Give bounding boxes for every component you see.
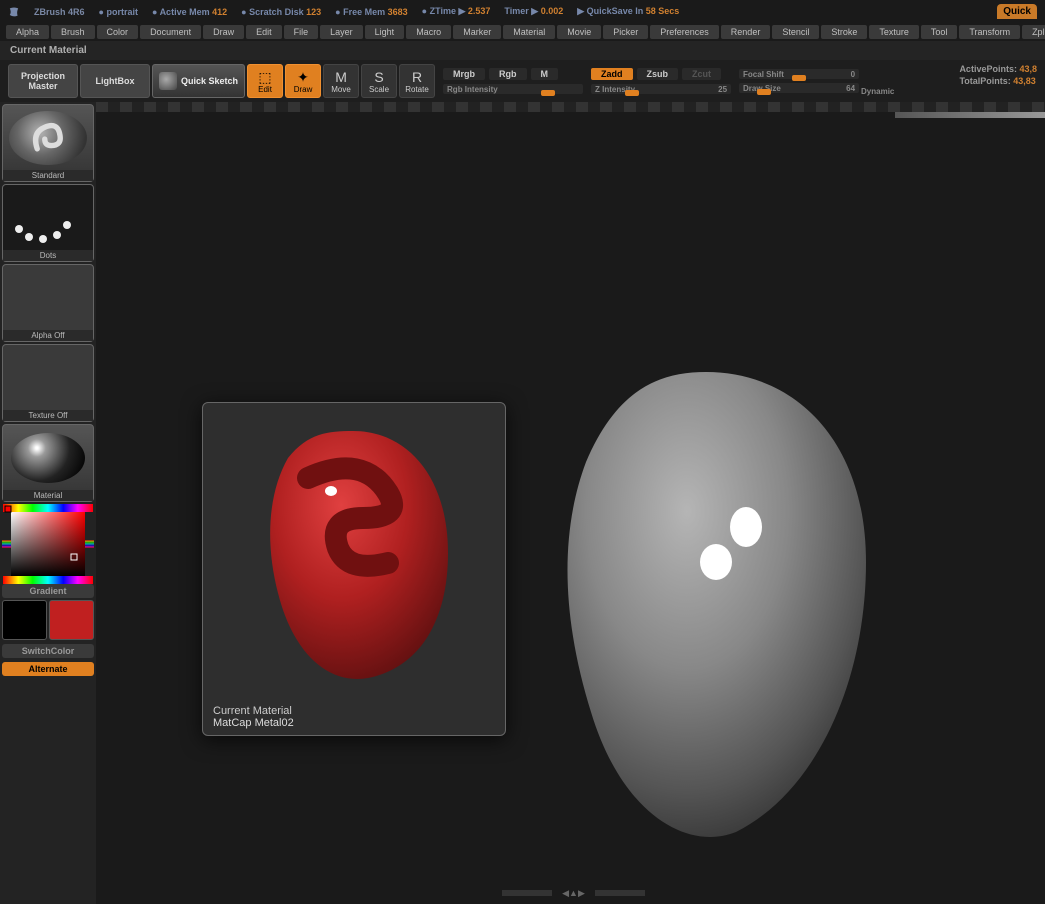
zsub-button[interactable]: Zsub: [637, 68, 679, 80]
grey-head-model: [536, 362, 876, 842]
alpha-thumbnail[interactable]: Alpha Off: [2, 264, 94, 342]
rotate-icon: R: [412, 69, 422, 85]
texture-label: Texture Off: [3, 410, 93, 421]
projection-master-button[interactable]: Projection Master: [8, 64, 78, 98]
menu-stroke[interactable]: Stroke: [821, 25, 867, 39]
scale-mode-button[interactable]: SScale: [361, 64, 397, 98]
menu-material[interactable]: Material: [503, 25, 555, 39]
app-name: ZBrush 4R6: [34, 7, 85, 17]
tooltip-line1: Current Material: [213, 705, 294, 717]
brush-thumbnail[interactable]: Standard: [2, 104, 94, 182]
zcut-button[interactable]: Zcut: [682, 68, 721, 80]
material-tooltip: Current Material MatCap Metal02: [202, 402, 506, 736]
main-area: Standard Dots Alpha Off Texture Off Mate…: [0, 102, 1045, 904]
menu-brush[interactable]: Brush: [51, 25, 95, 39]
menu-texture[interactable]: Texture: [869, 25, 919, 39]
menu-movie[interactable]: Movie: [557, 25, 601, 39]
scratch-disk: ● Scratch Disk 123: [241, 7, 321, 17]
material-sphere-icon: [11, 433, 85, 483]
gradient-button[interactable]: Gradient: [2, 584, 94, 598]
menu-zplugin[interactable]: Zplugin: [1022, 25, 1045, 39]
free-mem: ● Free Mem 3683: [335, 7, 408, 17]
canvas-viewport[interactable]: Current Material MatCap Metal02: [96, 102, 1045, 904]
color-picker[interactable]: [2, 504, 94, 584]
menu-macro[interactable]: Macro: [406, 25, 451, 39]
project-name: ● portrait: [99, 7, 138, 17]
move-mode-button[interactable]: MMove: [323, 64, 359, 98]
quicksketch-label: Quick Sketch: [181, 76, 238, 86]
menu-render[interactable]: Render: [721, 25, 771, 39]
current-material-label: Current Material: [0, 41, 1045, 60]
top-ruler: [96, 102, 1045, 112]
zbrush-logo-icon: [8, 6, 20, 18]
color-chip-main[interactable]: [2, 600, 47, 640]
menu-picker[interactable]: Picker: [603, 25, 648, 39]
switch-color-button[interactable]: SwitchColor: [2, 644, 94, 658]
menu-bar: AlphaBrushColorDocumentDrawEditFileLayer…: [0, 23, 1045, 41]
m-button[interactable]: M: [531, 68, 559, 80]
menu-edit[interactable]: Edit: [246, 25, 282, 39]
mrgb-button[interactable]: Mrgb: [443, 68, 485, 80]
brush-label: Standard: [3, 170, 93, 181]
menu-draw[interactable]: Draw: [203, 25, 244, 39]
rgb-intensity-slider[interactable]: Rgb Intensity: [443, 84, 583, 94]
tooltip-line2: MatCap Metal02: [213, 717, 294, 729]
move-icon: M: [335, 69, 347, 85]
menu-color[interactable]: Color: [97, 25, 139, 39]
quicksketch-button[interactable]: Quick Sketch: [152, 64, 245, 98]
rotate-mode-button[interactable]: RRotate: [399, 64, 435, 98]
menu-file[interactable]: File: [284, 25, 319, 39]
alternate-button[interactable]: Alternate: [2, 662, 94, 676]
bottom-ruler: ◀▲▶: [102, 886, 1045, 900]
zadd-button[interactable]: Zadd: [591, 68, 633, 80]
top-toolbar: Projection Master LightBox Quick Sketch …: [0, 60, 1045, 102]
menu-tool[interactable]: Tool: [921, 25, 958, 39]
scale-icon: S: [374, 69, 383, 85]
timer: Timer ▶ 0.002: [504, 6, 563, 17]
focal-shift-slider[interactable]: Focal Shift 0: [739, 69, 859, 79]
ztime: ● ZTime ▶ 2.537: [422, 6, 491, 17]
point-stats: ActivePoints: 43,8 TotalPoints: 43,83: [959, 64, 1037, 98]
menu-layer[interactable]: Layer: [320, 25, 363, 39]
dynamic-label: Dynamic: [861, 87, 894, 96]
dots-icon: [9, 191, 87, 245]
quicksave-timer: ▶ QuickSave In 58 Secs: [577, 6, 679, 17]
menu-transform[interactable]: Transform: [959, 25, 1020, 39]
alpha-label: Alpha Off: [3, 330, 93, 341]
edit-mode-button[interactable]: ⬚Edit: [247, 64, 283, 98]
menu-preferences[interactable]: Preferences: [650, 25, 719, 39]
material-label: Material: [3, 490, 93, 501]
edit-icon: ⬚: [258, 69, 271, 85]
menu-light[interactable]: Light: [365, 25, 405, 39]
menu-alpha[interactable]: Alpha: [6, 25, 49, 39]
menu-marker[interactable]: Marker: [453, 25, 501, 39]
gradient-bar[interactable]: [895, 112, 1045, 118]
draw-size-slider[interactable]: Draw Size 64: [739, 83, 859, 93]
menu-stencil[interactable]: Stencil: [772, 25, 819, 39]
left-sidebar: Standard Dots Alpha Off Texture Off Mate…: [0, 102, 96, 904]
lightbox-button[interactable]: LightBox: [80, 64, 150, 98]
texture-thumbnail[interactable]: Texture Off: [2, 344, 94, 422]
quicksave-button[interactable]: Quick: [997, 4, 1037, 19]
stroke-thumbnail[interactable]: Dots: [2, 184, 94, 262]
title-bar: ZBrush 4R6 ● portrait ● Active Mem 412 ●…: [0, 0, 1045, 23]
red-head-preview: [253, 423, 453, 683]
draw-icon: ✦: [297, 69, 309, 85]
quicksketch-icon: [159, 72, 177, 90]
menu-document[interactable]: Document: [140, 25, 201, 39]
active-mem: ● Active Mem 412: [152, 7, 227, 17]
stroke-label: Dots: [3, 250, 93, 261]
draw-mode-button[interactable]: ✦Draw: [285, 64, 321, 98]
color-chip-secondary[interactable]: [49, 600, 94, 640]
material-thumbnail[interactable]: Material: [2, 424, 94, 502]
z-intensity-slider[interactable]: Z Intensity 25: [591, 84, 731, 94]
brush-swirl-icon: [9, 111, 87, 165]
rgb-button[interactable]: Rgb: [489, 68, 527, 80]
